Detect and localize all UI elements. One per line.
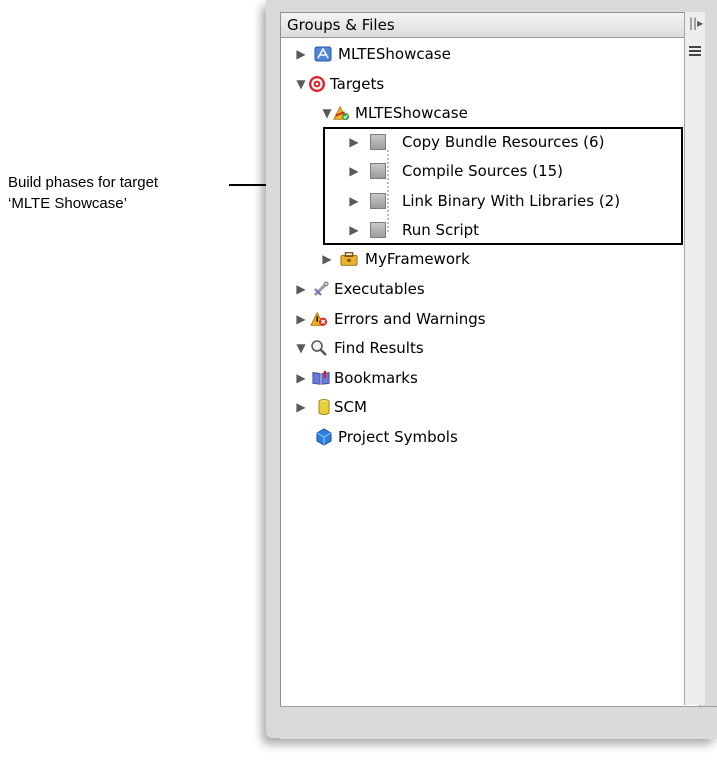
target-bullseye-icon	[309, 76, 325, 92]
disclosure-triangle-icon[interactable]: ▶	[294, 277, 308, 301]
tree-label-framework: MyFramework	[365, 250, 470, 268]
disclosure-triangle-icon[interactable]: ▶	[294, 395, 308, 419]
xcode-project-icon	[314, 46, 332, 62]
executable-icon	[313, 281, 329, 297]
build-phases-highlight-box	[323, 127, 683, 245]
detail-list-icon[interactable]	[689, 46, 701, 56]
column-divider[interactable]: ||▸	[684, 12, 705, 705]
callout-line-1: Build phases for target	[8, 174, 159, 191]
disclosure-triangle-icon[interactable]: ▶	[294, 307, 308, 331]
callout-annotation: Build phases for target ‘MLTE Showcase’	[8, 172, 158, 214]
tree-label-scm: SCM	[334, 398, 367, 416]
disclosure-triangle-open-icon[interactable]: ▼	[294, 336, 308, 360]
tree-label-executables: Executables	[334, 280, 425, 298]
disclosure-triangle-icon[interactable]: ▶	[294, 366, 308, 390]
tree-label-symbols: Project Symbols	[338, 428, 458, 446]
scm-cylinder-icon	[318, 399, 330, 415]
disclosure-triangle-icon[interactable]: ▶	[294, 42, 308, 66]
pane-header[interactable]: Groups & Files	[281, 13, 699, 38]
callout-line-2: ‘MLTE Showcase’	[8, 195, 127, 212]
disclosure-triangle-open-icon[interactable]: ▼	[294, 72, 308, 96]
status-bar	[280, 706, 717, 739]
tree-label-find: Find Results	[334, 339, 424, 357]
bookmark-book-icon	[312, 370, 330, 385]
warning-error-icon	[310, 311, 328, 326]
tree-label-project: MLTEShowcase	[338, 45, 451, 63]
column-grip-icon[interactable]: ||▸	[689, 16, 703, 30]
application-target-icon	[333, 105, 350, 121]
tree-label-errors: Errors and Warnings	[334, 310, 486, 328]
framework-toolbox-icon	[340, 252, 358, 266]
pane-header-title: Groups & Files	[287, 16, 395, 34]
magnifier-icon	[311, 340, 327, 356]
symbols-cube-icon	[316, 428, 332, 446]
tree-label-bookmarks: Bookmarks	[334, 369, 418, 387]
disclosure-triangle-icon[interactable]: ▶	[320, 247, 334, 271]
tree-label-targets: Targets	[330, 75, 385, 93]
tree-label-target: MLTEShowcase	[355, 104, 468, 122]
